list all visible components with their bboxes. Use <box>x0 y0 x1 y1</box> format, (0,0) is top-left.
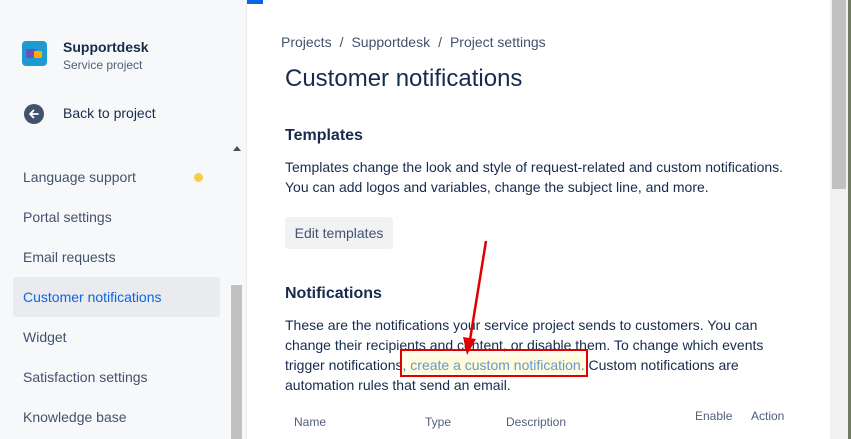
page-scrollbar[interactable] <box>830 0 848 439</box>
sidebar-item-knowledge-base[interactable]: Knowledge base <box>13 397 220 437</box>
sidebar-item-label: Satisfaction settings <box>23 369 148 385</box>
sidebar-item-satisfaction-settings[interactable]: Satisfaction settings <box>13 357 220 397</box>
breadcrumb: Projects / Supportdesk / Project settings <box>281 34 546 50</box>
sidebar-item-portal-settings[interactable]: Portal settings <box>13 197 220 237</box>
sidebar-item-label: Customer notifications <box>23 289 162 305</box>
new-feature-dot-icon <box>194 173 203 182</box>
scroll-up-arrow-icon[interactable] <box>233 146 241 151</box>
notifications-table-header: Name Type Description Enable Action <box>285 405 805 439</box>
page-title: Customer notifications <box>285 65 523 92</box>
breadcrumb-separator: / <box>339 34 344 50</box>
sidebar-item-language-support[interactable]: Language support <box>13 157 220 197</box>
settings-nav: Language support Portal settings Email r… <box>13 157 220 437</box>
column-header-description: Description <box>506 415 567 429</box>
breadcrumb-supportdesk[interactable]: Supportdesk <box>351 34 430 50</box>
column-header-name: Name <box>294 415 327 429</box>
breadcrumb-project-settings[interactable]: Project settings <box>450 34 546 50</box>
back-to-project-link[interactable]: Back to project <box>22 102 222 126</box>
sidebar-item-label: Knowledge base <box>23 409 127 425</box>
app-window: Supportdesk Service project Back to proj… <box>0 0 848 439</box>
back-to-project-label: Back to project <box>63 105 156 121</box>
column-header-action: Action <box>751 409 785 423</box>
templates-description: Templates change the look and style of r… <box>285 159 784 195</box>
sidebar-item-email-requests[interactable]: Email requests <box>13 237 220 277</box>
sidebar-scrollbar[interactable] <box>230 140 243 439</box>
sidebar-item-label: Email requests <box>23 249 116 265</box>
breadcrumb-separator: / <box>438 34 442 50</box>
sidebar-item-label: Portal settings <box>23 209 112 225</box>
sidebar-item-label: Language support <box>23 169 136 185</box>
sidebar-item-customer-notifications[interactable]: Customer notifications <box>13 277 220 317</box>
page-scrollbar-thumb[interactable] <box>832 0 846 189</box>
column-header-enable: Enable <box>695 409 733 423</box>
sidebar-scrollbar-thumb[interactable] <box>231 285 242 439</box>
templates-heading: Templates <box>285 127 363 144</box>
sidebar: Supportdesk Service project Back to proj… <box>0 0 247 439</box>
breadcrumb-projects[interactable]: Projects <box>281 34 332 50</box>
sidebar-item-widget[interactable]: Widget <box>13 317 220 357</box>
edit-templates-button[interactable]: Edit templates <box>285 217 393 249</box>
column-header-type: Type <box>425 415 452 429</box>
notifications-heading: Notifications <box>285 285 382 302</box>
arrow-left-icon <box>24 104 44 124</box>
project-avatar-icon <box>22 41 47 66</box>
sidebar-item-label: Widget <box>23 329 67 345</box>
project-name: Supportdesk <box>63 39 149 55</box>
project-type: Service project <box>63 58 143 72</box>
annotation-highlight-box <box>400 349 588 377</box>
